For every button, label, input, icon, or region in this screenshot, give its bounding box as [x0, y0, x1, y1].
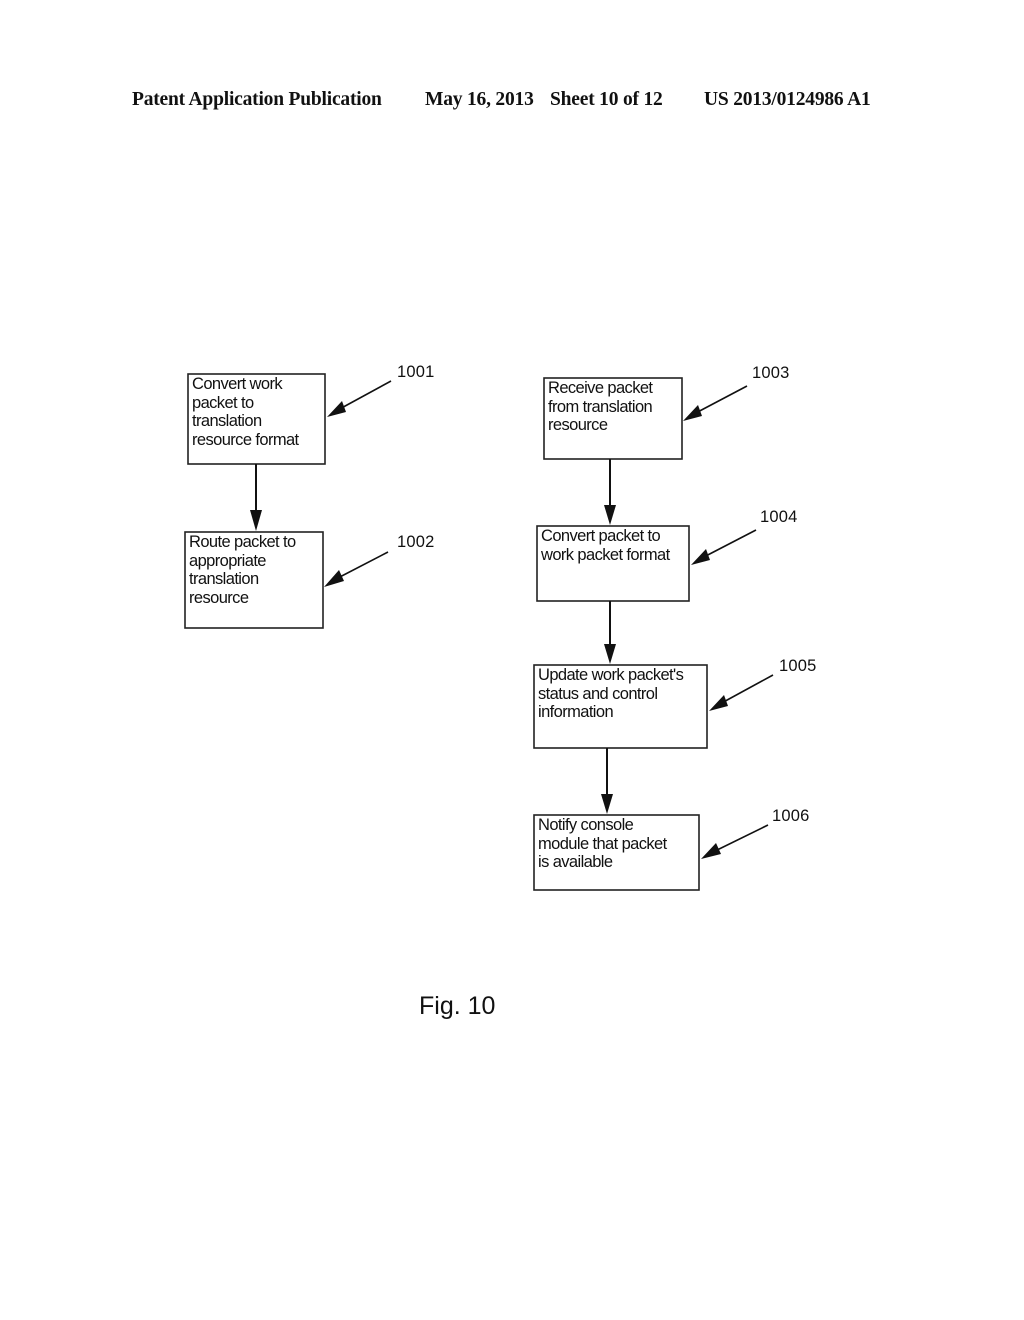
- ref-label-1002: 1002: [397, 533, 435, 551]
- leader-arrowhead-1006: [701, 843, 721, 859]
- ref-label-1005: 1005: [779, 657, 817, 675]
- leader-arrowhead-1003: [683, 405, 702, 421]
- ref-label-1004: 1004: [760, 508, 798, 526]
- step-text-1006: Notify console module that packet is ava…: [538, 816, 667, 871]
- leader-line-1003: [691, 385, 748, 416]
- flow-arrowhead-1004-1005: [604, 644, 616, 664]
- leader-line-1004: [699, 529, 757, 560]
- ref-label-1006: 1006: [772, 807, 810, 825]
- flow-arrowhead-1001-1002: [250, 510, 262, 531]
- step-text-1003: Receive packet from translation resource: [548, 379, 653, 434]
- leader-arrowhead-1001: [327, 401, 346, 417]
- leader-line-1005: [717, 674, 774, 706]
- ref-label-1001: 1001: [397, 363, 435, 381]
- leader-arrowhead-1002: [324, 570, 344, 587]
- figure-caption: Fig. 10: [419, 992, 496, 1020]
- step-text-1002: Route packet to appropriate translation …: [189, 533, 296, 607]
- step-text-1005: Update work packet's status and control …: [538, 666, 684, 721]
- leader-arrowhead-1005: [709, 695, 728, 711]
- leader-line-1001: [335, 380, 392, 412]
- leader-arrowhead-1004: [691, 549, 710, 565]
- flow-arrowhead-1003-1004: [604, 505, 616, 525]
- leader-line-1002: [333, 551, 389, 581]
- flowchart-canvas: [184, 373, 774, 891]
- step-text-1001: Convert work packet to translation resou…: [192, 375, 299, 449]
- ref-label-1003: 1003: [752, 364, 790, 382]
- step-text-1004: Convert packet to work packet format: [541, 527, 670, 564]
- flow-arrowhead-1005-1006: [601, 794, 613, 814]
- leader-line-1006: [710, 824, 769, 854]
